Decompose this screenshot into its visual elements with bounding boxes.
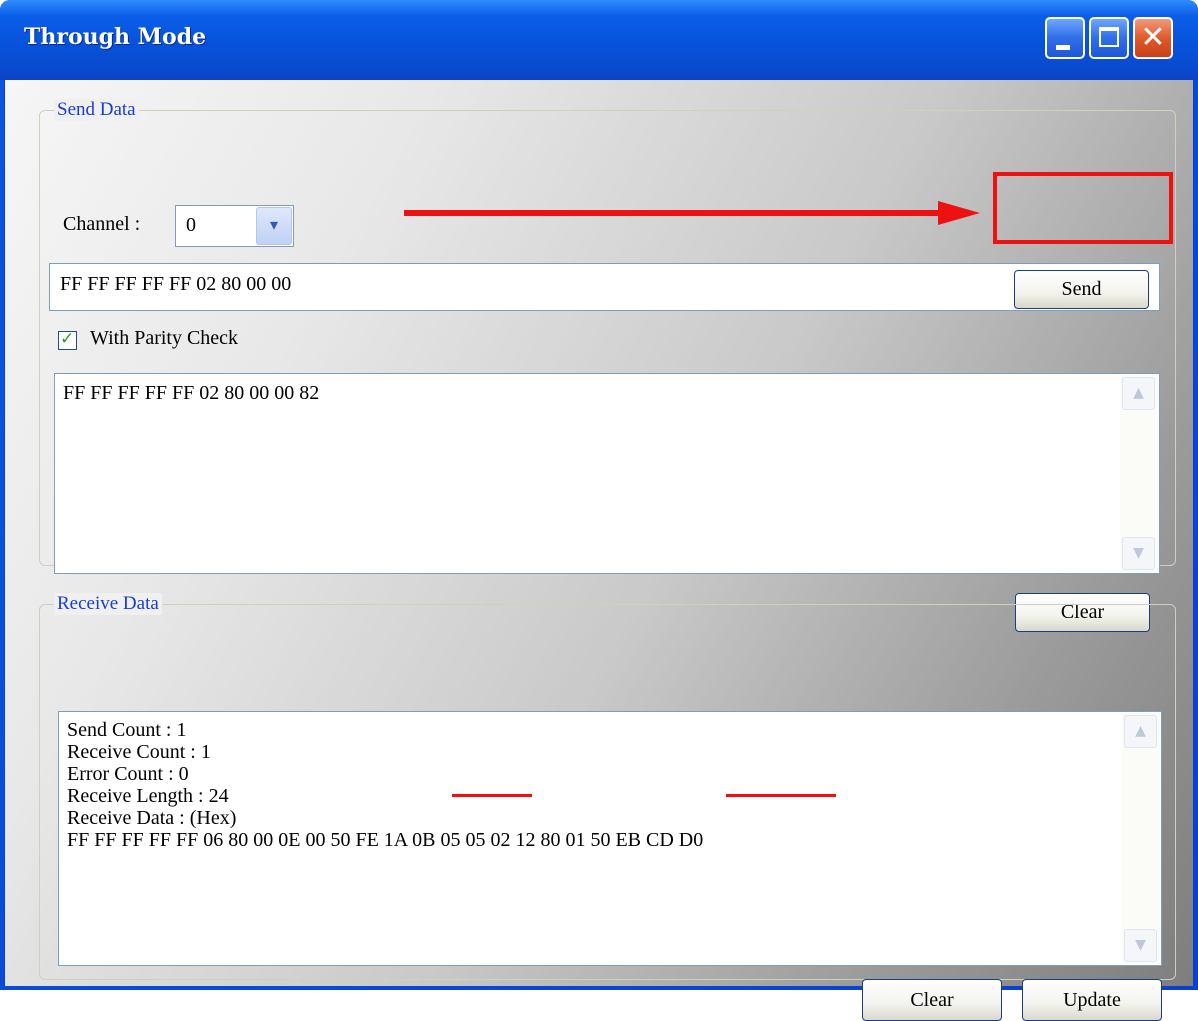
chevron-up-icon: ▲ xyxy=(1133,385,1144,401)
channel-select[interactable]: 0 ▾ xyxy=(175,205,294,247)
chevron-down-icon: ▾ xyxy=(269,215,279,234)
receive-line: FF FF FF FF FF 06 80 00 0E 00 50 FE 1A 0… xyxy=(67,829,704,851)
checkmark-icon: ✓ xyxy=(60,329,75,349)
parity-check-label[interactable]: With Parity Check xyxy=(90,327,238,350)
title-bar[interactable]: Through Mode ✕ xyxy=(0,0,1198,80)
minimize-icon xyxy=(1056,45,1070,50)
red-underline-annotation xyxy=(726,794,836,797)
chevron-down-icon: ▼ xyxy=(1133,545,1144,561)
receive-output-textarea[interactable]: Send Count : 1 Receive Count : 1 Error C… xyxy=(58,711,1162,966)
red-arrow-head-icon xyxy=(938,201,980,225)
channel-dropdown-button[interactable]: ▾ xyxy=(256,207,292,245)
close-icon: ✕ xyxy=(1140,20,1166,55)
send-output-scrollbar[interactable]: ▲ ▼ xyxy=(1120,375,1158,572)
send-button[interactable]: Send xyxy=(1014,270,1149,309)
receive-output-scrollbar[interactable]: ▲ ▼ xyxy=(1122,713,1160,964)
receive-line: Receive Length : 24 xyxy=(67,785,229,807)
scroll-down-button[interactable]: ▼ xyxy=(1124,929,1157,962)
receive-line: Error Count : 0 xyxy=(67,763,189,785)
send-button-highlight-box xyxy=(993,172,1173,244)
send-data-input[interactable]: FF FF FF FF FF 02 80 00 00 xyxy=(49,263,1160,311)
send-data-input-value: FF FF FF FF FF 02 80 00 00 xyxy=(60,273,292,295)
receive-line: Send Count : 1 xyxy=(67,719,187,741)
maximize-icon xyxy=(1099,27,1119,47)
through-mode-window: Through Mode ✕ Send Data Channel : 0 ▾ F… xyxy=(0,0,1198,1021)
red-arrow-line xyxy=(404,210,944,216)
maximize-button[interactable] xyxy=(1089,17,1129,59)
update-button[interactable]: Update xyxy=(1022,979,1162,1021)
receive-data-group-label: Receive Data xyxy=(54,593,162,615)
minimize-button[interactable] xyxy=(1045,17,1085,59)
scroll-up-button[interactable]: ▲ xyxy=(1124,715,1157,748)
close-button[interactable]: ✕ xyxy=(1133,17,1173,59)
send-data-group-label: Send Data xyxy=(54,99,139,121)
send-output-textarea[interactable]: FF FF FF FF FF 02 80 00 00 82 ▲ ▼ xyxy=(54,373,1160,574)
chevron-down-icon: ▼ xyxy=(1135,937,1146,953)
channel-label: Channel : xyxy=(63,213,141,235)
scroll-down-button[interactable]: ▼ xyxy=(1122,537,1155,570)
parity-check-checkbox[interactable]: ✓ xyxy=(58,329,77,350)
red-underline-annotation xyxy=(452,794,532,797)
receive-clear-button[interactable]: Clear xyxy=(862,979,1002,1021)
scroll-up-button[interactable]: ▲ xyxy=(1122,377,1155,410)
send-output-text: FF FF FF FF FF 02 80 00 00 82 xyxy=(63,382,320,404)
channel-select-value: 0 xyxy=(186,214,196,236)
receive-line: Receive Data : (Hex) xyxy=(67,807,237,829)
receive-line: Receive Count : 1 xyxy=(67,741,211,763)
window-title: Through Mode xyxy=(24,24,207,50)
chevron-up-icon: ▲ xyxy=(1135,723,1146,739)
